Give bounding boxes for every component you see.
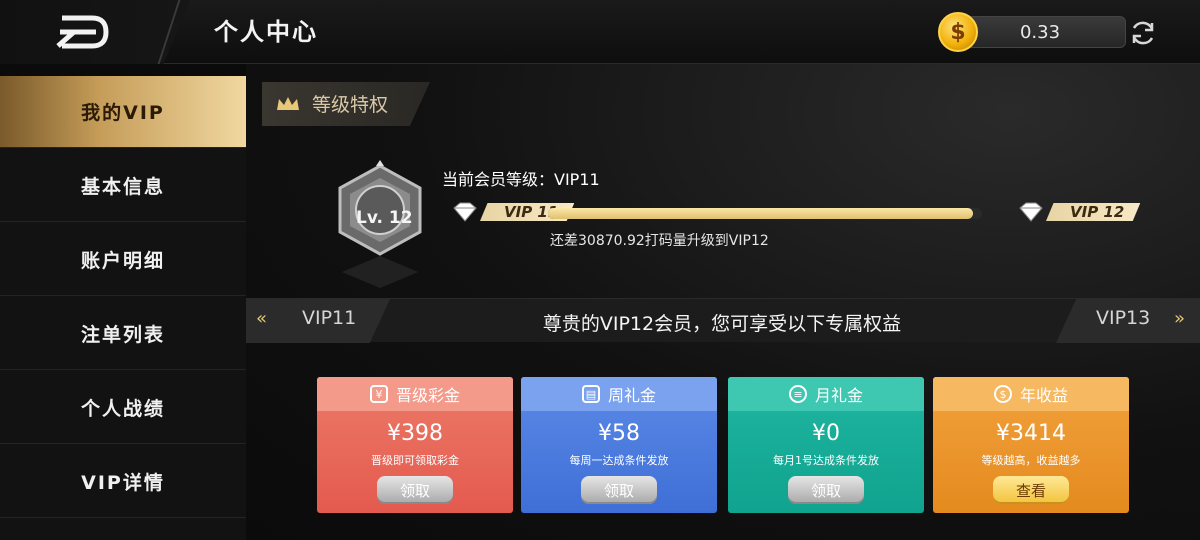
card-amount: ¥3414: [996, 421, 1066, 446]
next-tier-label[interactable]: VIP13: [1096, 307, 1150, 329]
crown-icon: [277, 97, 299, 110]
card-header: ≡ 月礼金: [728, 377, 924, 411]
current-member-level: 当前会员等级：VIP11: [442, 170, 600, 189]
tier-benefits-headline: 尊贵的VIP12会员，您可享受以下专属权益: [542, 313, 902, 335]
view-button[interactable]: 查看: [993, 476, 1069, 504]
card-header: ▤ 周礼金: [521, 377, 717, 411]
card-header: ¥ 晋级彩金: [317, 377, 513, 411]
sidebar: 我的VIP 基本信息 账户明细 注单列表 个人战绩 VIP详情: [0, 76, 246, 540]
badge-level-text: Lv. 12: [356, 208, 413, 228]
back-arrow-icon: [56, 15, 109, 49]
sidebar-item-basic-info[interactable]: 基本信息: [0, 150, 246, 222]
card-amount: ¥398: [387, 421, 443, 446]
card-description: 晋级即可领取彩金: [371, 454, 459, 467]
upgrade-progress-fill: [548, 208, 974, 219]
gift-icon: ▤: [581, 385, 600, 403]
sidebar-item-bet-list[interactable]: 注单列表: [0, 298, 246, 370]
card-amount: ¥58: [598, 421, 640, 446]
card-title: 年收益: [1019, 386, 1068, 405]
coin-icon: $: [938, 12, 978, 52]
card-title: 晋级彩金: [395, 386, 460, 405]
diamond-icon: [1019, 202, 1043, 222]
claim-button[interactable]: 领取: [788, 476, 864, 504]
benefit-card-weekly-gift: ▤ 周礼金 ¥58 每周一达成条件发放 领取: [521, 377, 717, 513]
chevron-right-icon[interactable]: »: [1174, 308, 1185, 329]
claim-button[interactable]: 领取: [377, 476, 453, 504]
money-bag-icon: ¥: [369, 385, 388, 403]
sidebar-item-account-details[interactable]: 账户明细: [0, 224, 246, 296]
coins-stack-icon: ≡: [788, 385, 807, 403]
benefit-card-promotion-bonus: ¥ 晋级彩金 ¥398 晋级即可领取彩金 领取: [317, 377, 513, 513]
claim-button[interactable]: 领取: [581, 476, 657, 504]
chevron-left-icon[interactable]: «: [256, 308, 267, 329]
card-title: 月礼金: [814, 386, 863, 405]
benefit-card-annual-income: $ 年收益 ¥3414 等级越高，收益越多 查看: [933, 377, 1129, 513]
previous-tier-label[interactable]: VIP11: [302, 307, 356, 329]
to-tier-label: VIP 12: [1046, 203, 1141, 221]
sidebar-item-personal-record[interactable]: 个人战绩: [0, 372, 246, 444]
page-title: 个人中心: [214, 18, 318, 46]
to-tier-pill: VIP 12: [1016, 202, 1141, 222]
card-title: 周礼金: [607, 386, 656, 405]
benefit-card-monthly-gift: ≡ 月礼金 ¥0 每月1号达成条件发放 领取: [728, 377, 924, 513]
card-description: 每周一达成条件发放: [569, 454, 669, 467]
upgrade-progress-bar: [548, 208, 982, 219]
card-amount: ¥0: [812, 421, 840, 446]
card-header: $ 年收益: [933, 377, 1129, 411]
card-description: 每月1号达成条件发放: [773, 454, 879, 467]
upgrade-progress-note: 还差30870.92打码量升级到VIP12: [550, 233, 769, 249]
section-title: 等级特权: [312, 94, 389, 116]
sidebar-item-my-vip[interactable]: 我的VIP: [0, 76, 246, 148]
sidebar-item-vip-details[interactable]: VIP详情: [0, 446, 246, 518]
card-description: 等级越高，收益越多: [981, 454, 1081, 467]
coin-icon: $: [993, 385, 1012, 403]
diamond-icon: [453, 202, 477, 222]
refresh-icon[interactable]: [1128, 18, 1158, 48]
